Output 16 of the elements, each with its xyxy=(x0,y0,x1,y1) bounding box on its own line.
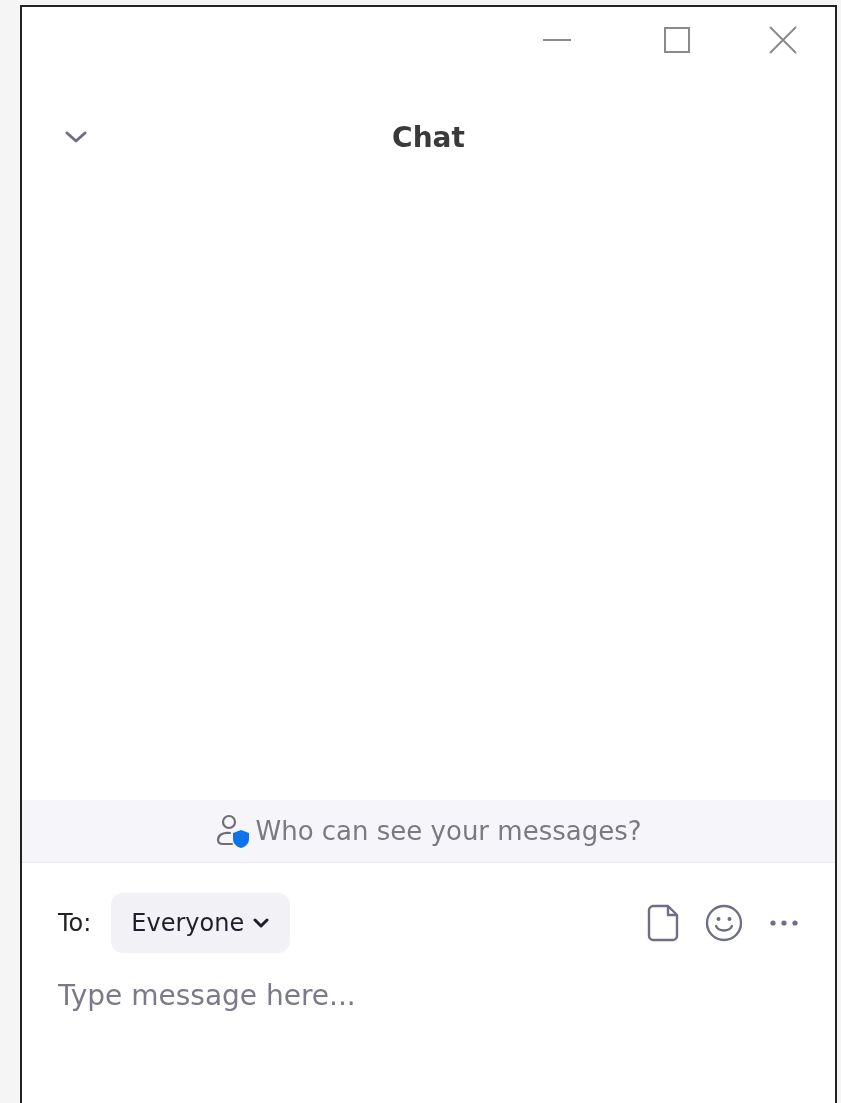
more-button[interactable] xyxy=(769,919,799,927)
file-icon xyxy=(647,904,679,942)
emoji-button[interactable] xyxy=(705,904,743,942)
chevron-down-icon xyxy=(64,130,88,144)
minimize-icon xyxy=(543,38,571,42)
to-label: To: xyxy=(58,909,92,937)
caret-icon xyxy=(252,917,271,929)
privacy-link[interactable]: Who can see your messages? xyxy=(255,816,642,846)
recipient-dropdown[interactable]: Everyone xyxy=(111,893,291,953)
emoji-icon xyxy=(705,904,743,942)
window-title: Chat xyxy=(392,120,465,154)
person-shield-icon xyxy=(215,813,252,849)
maximize-icon xyxy=(664,27,690,53)
close-icon xyxy=(769,26,797,54)
file-button[interactable] xyxy=(647,904,679,942)
more-icon xyxy=(769,919,799,927)
